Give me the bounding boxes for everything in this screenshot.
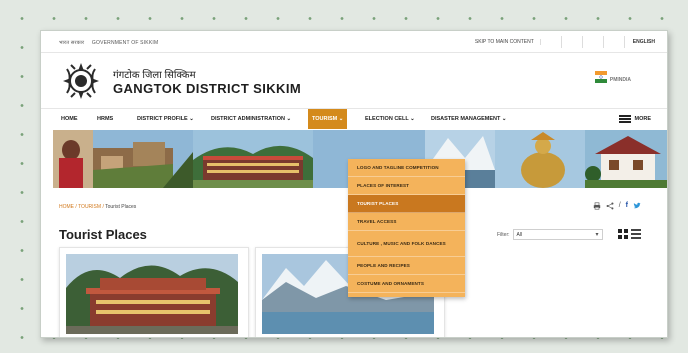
list-view-icon[interactable] [631, 229, 641, 239]
monastery-image [66, 254, 238, 334]
breadcrumb-current: Tourist Places [105, 204, 137, 210]
nav-election-cell[interactable]: ELECTION CELL ⌄ [361, 109, 419, 129]
main-navigation: HOME HRMS DISTRICT PROFILE ⌄ DISTRICT AD… [41, 109, 667, 129]
tourism-dropdown-menu: LOGO AND TAGLINE COMPETITION PLACES OF I… [348, 159, 465, 297]
menu-item-travel-access[interactable]: TRAVEL ACCESS [348, 213, 465, 231]
menu-item-places-of-interest[interactable]: PLACES OF INTEREST [348, 177, 465, 195]
gov-hindi-link[interactable]: भारत सरकार [59, 40, 84, 46]
nav-more-label: MORE [634, 116, 652, 122]
filter-selected-value: All [516, 232, 523, 238]
menu-item-logo-tagline[interactable]: LOGO AND TAGLINE COMPETITION [348, 159, 465, 177]
print-icon[interactable] [593, 202, 601, 212]
india-flag-icon [594, 71, 607, 83]
menu-item-tourist-places[interactable]: TOURIST PLACES [348, 195, 465, 213]
nav-more-button[interactable]: MORE [618, 109, 652, 129]
filter-select[interactable]: All [512, 229, 603, 240]
accessibility-icon[interactable] [570, 36, 583, 48]
view-toggle [618, 229, 641, 239]
search-icon[interactable] [549, 36, 562, 48]
utility-actions: SKIP TO MAIN CONTENT ENGLISH [475, 36, 655, 48]
hamburger-icon [618, 115, 631, 123]
nav-hrms[interactable]: HRMS [93, 109, 117, 129]
page-title: Tourist Places [59, 227, 147, 242]
gov-english-link[interactable]: GOVERNMENT OF SIKKIM [92, 40, 158, 46]
breadcrumb-home-link[interactable]: HOME [59, 204, 74, 210]
separator-slash: / [618, 202, 621, 209]
breadcrumb-tourism-link[interactable]: TOURISM [78, 204, 101, 210]
site-header: गंगटोक जिला सिक्किम GANGTOK DISTRICT SIK… [41, 53, 667, 109]
share-icon[interactable] [606, 202, 614, 212]
government-links: भारत सरकार GOVERNMENT OF SIKKIM [59, 40, 164, 46]
nav-disaster-management[interactable]: DISASTER MANAGEMENT ⌄ [427, 109, 511, 129]
sikkim-emblem-logo[interactable] [57, 57, 105, 105]
nav-district-administration[interactable]: DISTRICT ADMINISTRATION ⌄ [207, 109, 295, 129]
filter-control: Filter: All [497, 229, 603, 240]
grid-view-icon[interactable] [618, 229, 628, 239]
language-selector[interactable]: ENGLISH [633, 39, 655, 45]
share-tools: / f [593, 202, 641, 212]
menu-item-costume-ornaments[interactable]: COSTUME AND ORNAMENTS [348, 275, 465, 293]
breadcrumb: HOME / TOURISM / Tourist Places [59, 204, 136, 210]
skip-to-content-link[interactable]: SKIP TO MAIN CONTENT [475, 39, 541, 45]
site-title-hindi: गंगटोक जिला सिक्किम [113, 70, 196, 81]
nav-district-profile[interactable]: DISTRICT PROFILE ⌄ [133, 109, 198, 129]
pmindia-logo[interactable]: PMINDIA [594, 69, 631, 85]
menu-item-culture-music-folk[interactable]: CULTURE , MUSIC AND FOLK DANCES [348, 231, 465, 257]
nav-tourism[interactable]: TOURISM ⌄ [308, 109, 348, 129]
filter-label: Filter: [497, 231, 510, 238]
breadcrumb-separator: / [102, 204, 104, 210]
browser-page: भारत सरकार GOVERNMENT OF SIKKIM SKIP TO … [40, 30, 668, 338]
site-title[interactable]: GANGTOK DISTRICT SIKKIM [113, 81, 301, 96]
menu-item-people-recipes[interactable]: PEOPLE AND RECIPES [348, 257, 465, 275]
tourist-place-card[interactable] [59, 247, 249, 337]
top-utility-bar: भारत सरकार GOVERNMENT OF SIKKIM SKIP TO … [41, 31, 667, 53]
pmindia-label: PMINDIA [609, 77, 631, 83]
sitemap-icon[interactable] [591, 36, 604, 48]
twitter-icon[interactable] [633, 202, 641, 212]
breadcrumb-separator: / [75, 204, 77, 210]
font-size-icon[interactable] [612, 36, 625, 48]
facebook-icon[interactable]: f [626, 202, 628, 212]
nav-home[interactable]: HOME [57, 109, 82, 129]
